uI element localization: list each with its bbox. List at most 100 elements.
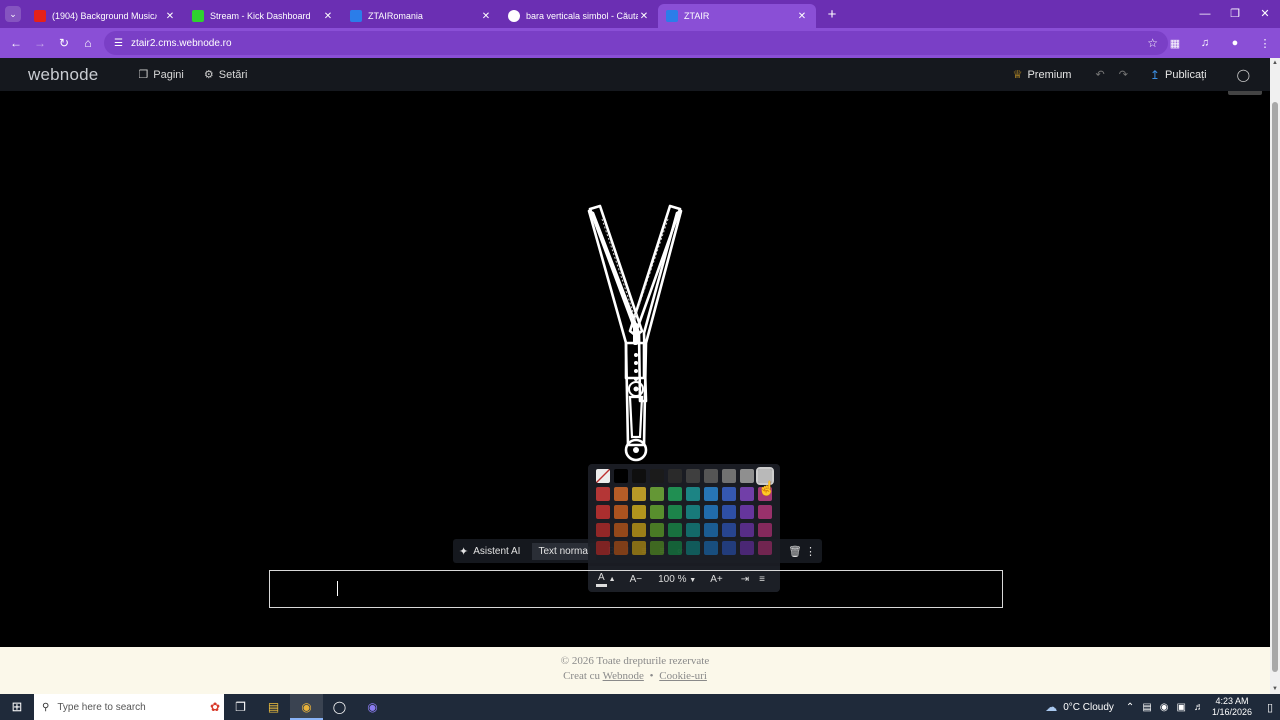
color-swatch[interactable] (740, 541, 754, 555)
chevron-up-icon[interactable]: ⌃ (1126, 702, 1134, 713)
file-explorer-icon[interactable]: ▤ (257, 694, 290, 720)
restore-icon[interactable]: ❐ (1220, 0, 1250, 28)
browser-menu-icon[interactable]: ⋮ (1250, 37, 1280, 50)
close-tab-icon[interactable]: ✕ (796, 11, 808, 22)
forward-icon[interactable]: → (28, 36, 52, 50)
color-swatch[interactable] (704, 541, 718, 555)
notification-icon[interactable]: ▯ (1260, 701, 1280, 714)
color-swatch[interactable] (650, 523, 664, 537)
color-swatch[interactable] (632, 505, 646, 519)
color-swatch[interactable] (686, 469, 700, 483)
text-edit-box[interactable] (269, 570, 1003, 608)
site-info-icon[interactable]: ☰ (114, 38, 123, 49)
color-swatch[interactable] (722, 469, 736, 483)
color-swatch[interactable] (632, 541, 646, 555)
close-tab-icon[interactable]: ✕ (638, 11, 650, 22)
premium-button[interactable]: ♕ Premium (1013, 68, 1072, 82)
windows-start-icon[interactable]: ⊞ (0, 699, 34, 715)
color-swatch[interactable] (704, 505, 718, 519)
undo-icon[interactable]: ↶ (1095, 68, 1104, 81)
scrollbar-thumb[interactable] (1272, 102, 1278, 672)
obs-icon[interactable]: ◯ (323, 694, 356, 720)
color-swatch[interactable] (650, 505, 664, 519)
scroll-down-icon[interactable]: ▼ (1270, 686, 1280, 692)
color-swatch[interactable] (650, 541, 664, 555)
settings-menu-button[interactable]: ⚙ Setări (204, 68, 248, 82)
color-swatch[interactable] (758, 541, 772, 555)
color-swatch[interactable] (650, 469, 664, 483)
color-swatch[interactable] (632, 469, 646, 483)
color-swatch[interactable] (704, 469, 718, 483)
color-swatch[interactable] (704, 487, 718, 501)
color-swatch[interactable] (668, 541, 682, 555)
microphone-icon[interactable]: ◉ (1160, 702, 1169, 713)
browser-tab[interactable]: bara verticala simbol - Căutare ✕ (500, 4, 658, 28)
profile-icon[interactable]: ● (1220, 37, 1250, 49)
volume-icon[interactable]: ♬ (1194, 702, 1204, 713)
color-swatch[interactable] (668, 487, 682, 501)
color-swatch[interactable] (722, 541, 736, 555)
discord-icon[interactable]: ◉ (356, 694, 389, 720)
color-swatch[interactable] (740, 469, 754, 483)
address-bar[interactable]: ☰ ztair2.cms.webnode.ro ☆ (104, 31, 1168, 55)
color-swatch[interactable] (650, 487, 664, 501)
browser-tab[interactable]: ZTAIRomania ✕ (342, 4, 500, 28)
color-swatch[interactable] (686, 541, 700, 555)
weather-widget[interactable]: ☁ 0°C Cloudy (1045, 700, 1114, 714)
extensions-icon[interactable]: ▦ (1160, 37, 1190, 50)
color-swatch[interactable] (740, 487, 754, 501)
redo-icon[interactable]: ↷ (1119, 68, 1128, 81)
browser-tab[interactable]: (1904) Background Music f ♪ ✕ (26, 4, 184, 28)
color-swatch[interactable] (722, 487, 736, 501)
task-view-icon[interactable]: ❐ (224, 694, 257, 720)
trash-icon[interactable]: 🗑 (788, 545, 802, 558)
color-swatch[interactable] (614, 523, 628, 537)
pages-menu-button[interactable]: ❐ Pagini (138, 68, 183, 82)
ai-assistant-button[interactable]: ✦ Asistent AI (459, 545, 530, 558)
back-icon[interactable]: ← (4, 36, 28, 50)
tab-search-button[interactable]: ⌄ (0, 0, 26, 28)
browser-tab[interactable]: Stream - Kick Dashboard ✕ (184, 4, 342, 28)
cookies-link[interactable]: Cookie-uri (659, 670, 707, 682)
minimize-icon[interactable]: — (1190, 0, 1220, 28)
close-window-icon[interactable]: ✕ (1250, 0, 1280, 28)
color-swatch[interactable] (686, 523, 700, 537)
taskbar-search[interactable]: ⚲ Type here to search ✿ (34, 694, 224, 720)
color-swatch[interactable] (668, 505, 682, 519)
display-icon[interactable]: ▣ (1177, 702, 1186, 713)
color-swatch[interactable] (758, 523, 772, 537)
close-tab-icon[interactable]: ✕ (164, 11, 176, 22)
reload-icon[interactable]: ↻ (52, 36, 76, 50)
color-swatch[interactable] (668, 469, 682, 483)
color-swatch[interactable] (614, 505, 628, 519)
bookmark-star-icon[interactable]: ☆ (1147, 36, 1158, 50)
color-swatch[interactable] (686, 487, 700, 501)
color-swatch[interactable] (686, 505, 700, 519)
webnode-link[interactable]: Webnode (603, 670, 644, 682)
color-swatch[interactable] (596, 523, 610, 537)
color-swatch[interactable] (668, 523, 682, 537)
text-style-dropdown[interactable]: Text normal (532, 542, 597, 560)
media-controls-icon[interactable]: ♫ (1190, 37, 1220, 49)
new-tab-button[interactable]: + (820, 6, 844, 23)
network-icon[interactable]: ▤ (1142, 702, 1151, 713)
page-scrollbar[interactable]: ▲ ▼ (1270, 58, 1280, 694)
color-swatch[interactable] (632, 487, 646, 501)
color-swatch[interactable] (758, 505, 772, 519)
more-options-icon[interactable]: ⋮ (805, 545, 816, 558)
section-handle[interactable] (1228, 91, 1262, 95)
color-swatch[interactable] (596, 541, 610, 555)
close-tab-icon[interactable]: ✕ (322, 11, 334, 22)
user-icon[interactable]: ◯ (1237, 68, 1250, 82)
publish-button[interactable]: ↥ Publicați (1150, 68, 1207, 82)
scroll-up-icon[interactable]: ▲ (1270, 60, 1280, 66)
color-swatch[interactable] (722, 505, 736, 519)
color-swatch[interactable] (614, 487, 628, 501)
speaker-icon[interactable]: ♪ (154, 11, 159, 21)
color-swatch[interactable] (704, 523, 718, 537)
close-tab-icon[interactable]: ✕ (480, 11, 492, 22)
color-swatch[interactable] (740, 505, 754, 519)
color-swatch[interactable] (596, 505, 610, 519)
color-swatch[interactable] (632, 523, 646, 537)
color-swatch[interactable] (722, 523, 736, 537)
